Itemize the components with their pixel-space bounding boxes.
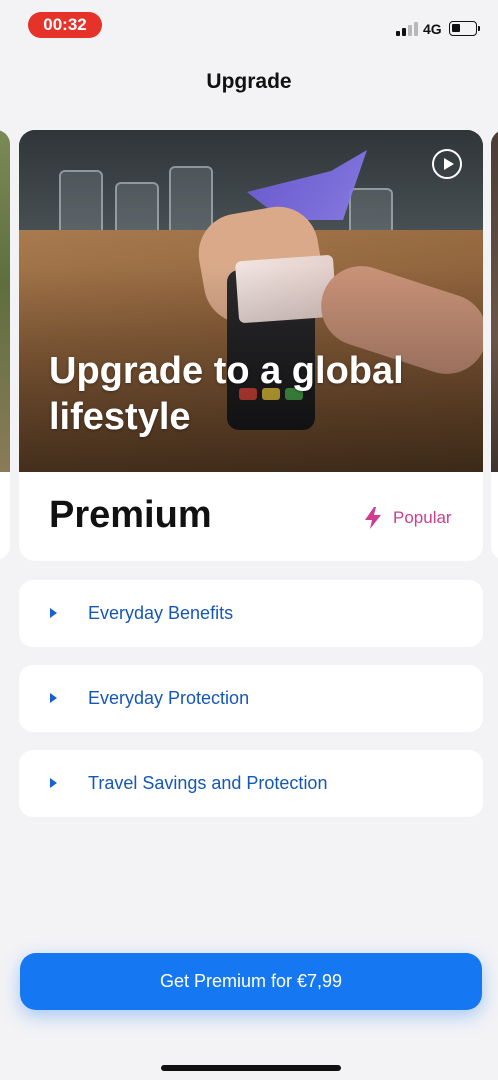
page-title: Upgrade: [206, 70, 292, 93]
next-plan-card[interactable]: [491, 130, 498, 560]
plan-name: Premium: [49, 494, 212, 536]
plan-row: Premium Popular: [19, 472, 483, 561]
popular-label: Popular: [393, 508, 452, 527]
hero-title: Upgrade to a global lifestyle: [49, 350, 404, 438]
lightning-bolt-icon: [365, 507, 381, 529]
get-premium-button[interactable]: Get Premium for €7,99: [20, 953, 482, 1010]
upgrade-screen: 00:32 4G Upgrade Upgrade to a global lif…: [0, 0, 498, 1080]
benefit-row-everyday-protection[interactable]: Everyday Protection: [19, 665, 483, 732]
chevron-right-icon: [50, 693, 57, 703]
previous-plan-card[interactable]: [0, 130, 10, 560]
premium-plan-card[interactable]: Upgrade to a global lifestyle Premium Po…: [19, 130, 483, 561]
chevron-right-icon: [50, 608, 57, 618]
status-bar: 00:32 4G: [0, 0, 498, 50]
home-indicator[interactable]: [161, 1065, 341, 1071]
benefit-row-travel-savings[interactable]: Travel Savings and Protection: [19, 750, 483, 817]
chevron-right-icon: [50, 778, 57, 788]
benefit-label: Travel Savings and Protection: [88, 773, 328, 793]
benefit-label: Everyday Protection: [88, 688, 250, 708]
signal-icon: [396, 22, 418, 36]
status-time: 00:32: [28, 12, 102, 38]
benefit-label: Everyday Benefits: [88, 603, 234, 623]
hero-video[interactable]: Upgrade to a global lifestyle: [19, 130, 483, 472]
battery-icon: [449, 21, 480, 36]
benefit-row-everyday-benefits[interactable]: Everyday Benefits: [19, 580, 483, 647]
play-icon[interactable]: [432, 149, 462, 179]
network-type: 4G: [423, 21, 442, 37]
